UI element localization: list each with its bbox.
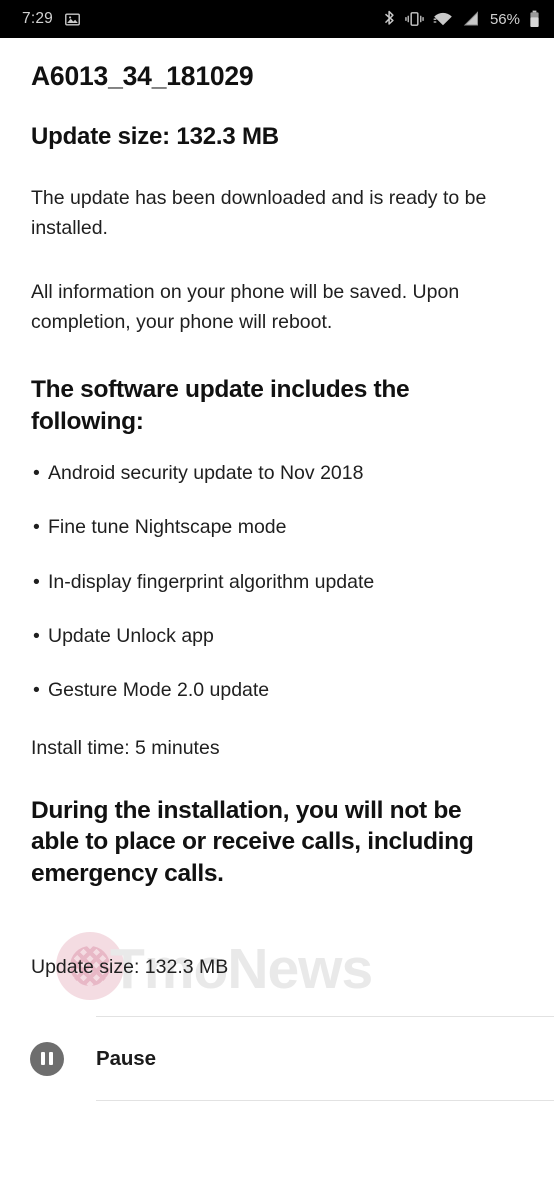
list-item: • Update Unlock app xyxy=(31,623,522,677)
battery-icon xyxy=(529,10,540,28)
bullet-icon: • xyxy=(33,625,40,648)
installation-warning: During the installation, you will not be… xyxy=(31,796,474,887)
pause-circle-icon[interactable] xyxy=(30,1041,64,1076)
list-item: • Gesture Mode 2.0 update xyxy=(31,677,522,704)
wifi-icon xyxy=(433,11,453,27)
action-block: Pause xyxy=(0,1016,554,1102)
data-preserved-paragraph: All information on your phone will be sa… xyxy=(31,281,460,334)
install-time-label: Install time: 5 minutes xyxy=(31,736,220,759)
vibrate-icon xyxy=(405,10,424,28)
cellular-signal-icon xyxy=(462,11,479,27)
list-item: • Android security update to Nov 2018 xyxy=(31,460,522,514)
list-item: • Fine tune Nightscape mode xyxy=(31,514,522,568)
bullet-icon: • xyxy=(33,462,40,485)
list-item-label: Android security update to Nov 2018 xyxy=(48,462,364,485)
bullet-icon: • xyxy=(33,570,40,593)
bullet-icon: • xyxy=(33,679,40,702)
status-bar-left: 7:29 xyxy=(22,10,383,28)
list-item-label: Fine tune Nightscape mode xyxy=(48,516,287,539)
status-bar-clock: 7:29 xyxy=(22,10,53,27)
update-details-page: TmoNews A6013_34_181029 Update size: 132… xyxy=(0,38,554,1200)
pause-button-label: Pause xyxy=(96,1046,156,1070)
list-item-label: Gesture Mode 2.0 update xyxy=(48,679,270,702)
changelog-heading: The software update includes the followi… xyxy=(31,376,410,435)
list-item: • In-display fingerprint algorithm updat… xyxy=(31,569,522,623)
status-bar-right: 56% xyxy=(383,10,540,28)
update-size-footer: Update size: 132.3 MB xyxy=(31,956,229,979)
battery-percent-label: 56% xyxy=(489,10,520,28)
list-item-label: In-display fingerprint algorithm update xyxy=(48,570,375,593)
update-size-heading: Update size: 132.3 MB xyxy=(31,122,279,150)
page-title: A6013_34_181029 xyxy=(31,61,254,91)
bluetooth-icon xyxy=(383,10,396,28)
divider-bottom xyxy=(96,1100,554,1102)
bullet-icon: • xyxy=(33,516,40,539)
download-status-paragraph: The update has been downloaded and is re… xyxy=(31,186,487,239)
image-notification-icon xyxy=(64,11,81,28)
status-bar: 7:29 56% xyxy=(0,0,554,38)
pause-button[interactable]: Pause xyxy=(0,1017,554,1100)
changelog-list: • Android security update to Nov 2018 • … xyxy=(0,437,554,704)
list-item-label: Update Unlock app xyxy=(48,625,214,648)
update-content: A6013_34_181029 Update size: 132.3 MB Th… xyxy=(0,38,554,1102)
